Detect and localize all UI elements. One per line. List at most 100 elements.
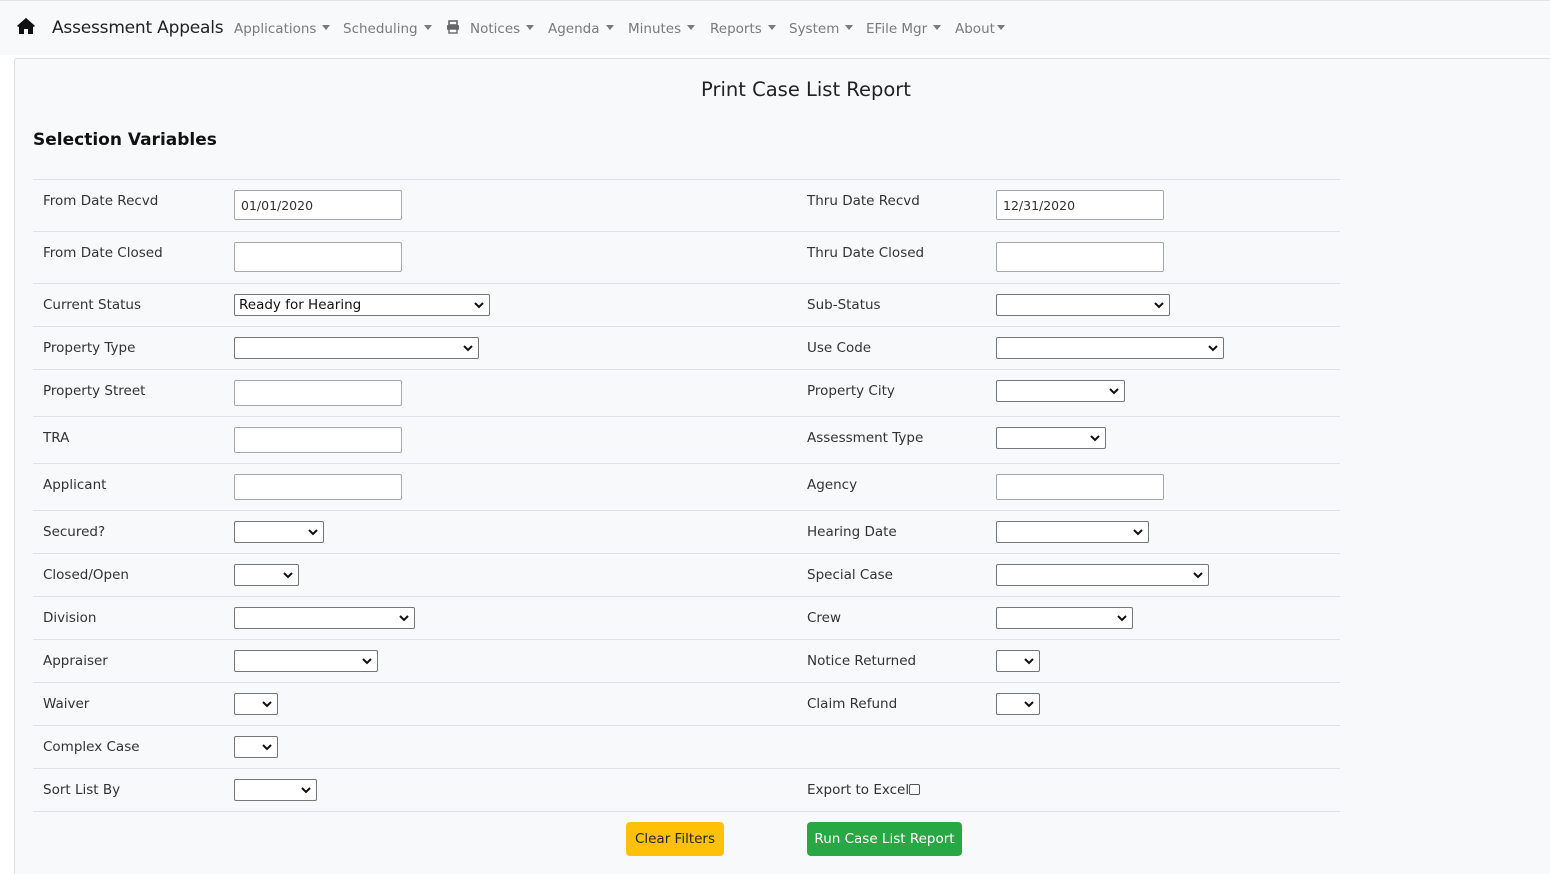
nav-about-label: About xyxy=(955,21,995,37)
row-divider xyxy=(33,231,1340,232)
chevron-down-icon xyxy=(399,615,409,622)
secured-label: Secured? xyxy=(43,524,106,540)
row-divider xyxy=(33,326,1340,327)
row-divider xyxy=(33,510,1340,511)
chevron-down-icon xyxy=(1109,388,1119,395)
clear-filters-button[interactable]: Clear Filters xyxy=(626,822,724,856)
nav-scheduling[interactable]: Scheduling xyxy=(343,21,432,37)
row-divider xyxy=(33,369,1340,370)
division-label: Division xyxy=(43,610,97,626)
export-to-excel-checkbox[interactable] xyxy=(909,784,920,795)
chevron-down-icon xyxy=(1024,701,1034,708)
claim-refund-label: Claim Refund xyxy=(807,696,898,712)
sort-list-by-label: Sort List By xyxy=(43,782,121,798)
chevron-down-icon xyxy=(1154,302,1164,309)
nav-system-label: System xyxy=(789,21,840,37)
division-select[interactable] xyxy=(234,607,415,629)
row-divider xyxy=(33,179,1340,180)
special-case-label: Special Case xyxy=(807,567,893,583)
brand-link[interactable]: Assessment Appeals xyxy=(52,18,224,38)
closed-open-label: Closed/Open xyxy=(43,567,129,583)
sort-list-by-select[interactable] xyxy=(234,779,317,801)
from-date-recvd-label: From Date Recvd xyxy=(43,193,159,209)
tra-label: TRA xyxy=(43,430,70,446)
nav-reports[interactable]: Reports xyxy=(710,21,776,37)
from-date-recvd-input[interactable] xyxy=(234,190,402,220)
special-case-select[interactable] xyxy=(996,564,1209,586)
notice-returned-label: Notice Returned xyxy=(807,653,917,669)
agency-label: Agency xyxy=(807,477,858,493)
chevron-down-icon xyxy=(262,744,272,751)
assessment-type-label: Assessment Type xyxy=(807,430,924,446)
nav-efile-mgr[interactable]: EFile Mgr xyxy=(866,21,942,37)
nav-system[interactable]: System xyxy=(789,21,854,37)
secured-select[interactable] xyxy=(234,521,324,543)
chevron-down-icon xyxy=(1117,615,1127,622)
nav-applications-label: Applications xyxy=(234,21,317,37)
applicant-input[interactable] xyxy=(234,474,402,500)
chevron-down-icon xyxy=(283,572,293,579)
chevron-down-icon xyxy=(301,787,311,794)
property-city-select[interactable] xyxy=(996,380,1125,402)
hearing-date-select[interactable] xyxy=(996,521,1149,543)
tra-input[interactable] xyxy=(234,427,402,453)
property-type-select[interactable] xyxy=(234,337,479,359)
claim-refund-select[interactable] xyxy=(996,693,1040,715)
thru-date-recvd-input[interactable] xyxy=(996,190,1164,220)
row-divider xyxy=(33,596,1340,597)
current-status-label: Current Status xyxy=(43,297,142,313)
current-status-value: Ready for Hearing xyxy=(239,297,362,313)
nav-notices-label: Notices xyxy=(470,21,521,37)
sub-status-label: Sub-Status xyxy=(807,297,881,313)
navbar: Assessment Appeals Applications Scheduli… xyxy=(0,0,1550,55)
run-case-list-report-button[interactable]: Run Case List Report xyxy=(807,822,962,856)
crew-select[interactable] xyxy=(996,607,1133,629)
row-divider xyxy=(33,682,1340,683)
complex-case-select[interactable] xyxy=(234,736,278,758)
closed-open-select[interactable] xyxy=(234,564,299,586)
from-date-closed-input[interactable] xyxy=(234,242,402,272)
row-divider xyxy=(33,416,1340,417)
waiver-select[interactable] xyxy=(234,693,278,715)
nav-agenda-label: Agenda xyxy=(548,21,600,37)
notice-returned-select[interactable] xyxy=(996,650,1040,672)
assessment-type-select[interactable] xyxy=(996,427,1106,449)
complex-case-label: Complex Case xyxy=(43,739,140,755)
nav-agenda[interactable]: Agenda xyxy=(548,21,614,37)
use-code-label: Use Code xyxy=(807,340,872,356)
caret-down-icon xyxy=(933,25,942,30)
row-divider xyxy=(33,725,1340,726)
nav-applications[interactable]: Applications xyxy=(234,21,331,37)
nav-reports-label: Reports xyxy=(710,21,762,37)
current-status-select[interactable]: Ready for Hearing xyxy=(234,294,490,316)
row-divider xyxy=(33,768,1340,769)
caret-down-icon xyxy=(845,25,854,30)
sub-status-select[interactable] xyxy=(996,294,1170,316)
applicant-label: Applicant xyxy=(43,477,107,493)
home-icon[interactable] xyxy=(16,16,36,36)
chevron-down-icon xyxy=(474,302,484,309)
thru-date-recvd-label: Thru Date Recvd xyxy=(807,193,920,209)
chevron-down-icon xyxy=(262,701,272,708)
nav-notices[interactable]: Notices xyxy=(470,21,535,37)
property-type-label: Property Type xyxy=(43,340,136,356)
use-code-select[interactable] xyxy=(996,337,1224,359)
caret-down-icon xyxy=(322,25,331,30)
appraiser-select[interactable] xyxy=(234,650,378,672)
crew-label: Crew xyxy=(807,610,842,626)
property-street-input[interactable] xyxy=(234,380,402,406)
agency-input[interactable] xyxy=(996,474,1164,500)
chevron-down-icon xyxy=(1133,529,1143,536)
row-divider xyxy=(33,463,1340,464)
appraiser-label: Appraiser xyxy=(43,653,108,669)
nav-about[interactable]: About xyxy=(955,21,1005,37)
caret-down-icon xyxy=(526,25,535,30)
thru-date-closed-input[interactable] xyxy=(996,242,1164,272)
property-city-label: Property City xyxy=(807,383,895,399)
nav-minutes[interactable]: Minutes xyxy=(628,21,696,37)
chevron-down-icon xyxy=(1024,658,1034,665)
export-to-excel-label: Export to Excel xyxy=(807,782,910,798)
nav-efile-mgr-label: EFile Mgr xyxy=(866,21,928,37)
caret-down-icon xyxy=(996,25,1005,30)
waiver-label: Waiver xyxy=(43,696,90,712)
